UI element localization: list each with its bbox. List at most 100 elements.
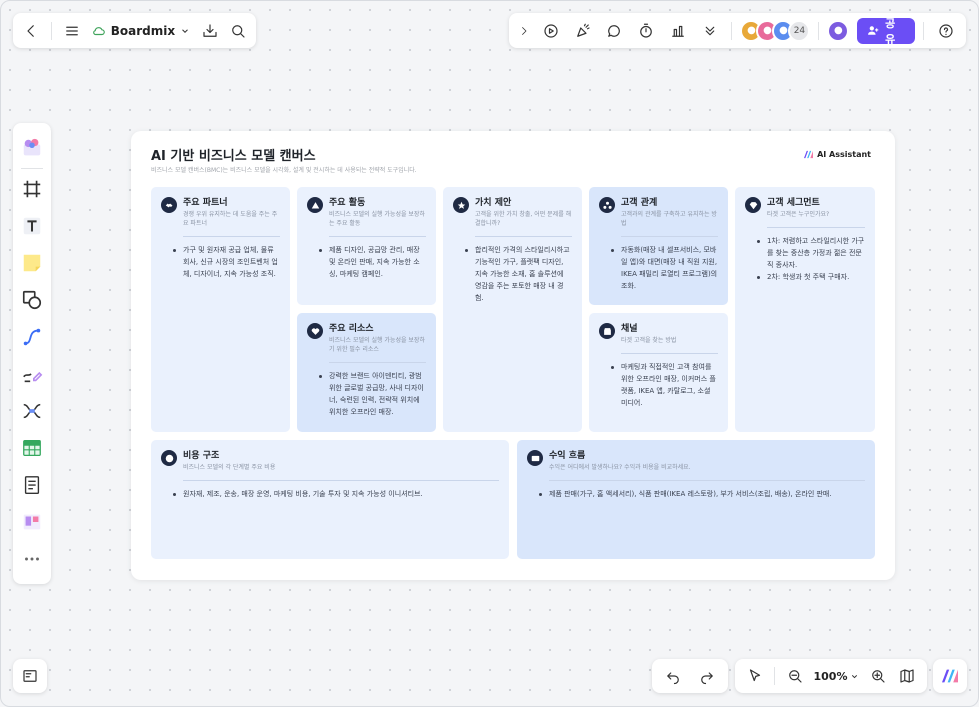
sticky-note-icon[interactable] [13,245,51,282]
more-icon[interactable] [13,541,51,578]
back-icon[interactable] [19,17,43,45]
vote-icon[interactable] [664,17,692,45]
card-cost-structure[interactable]: 비용 구조 비즈니스 모델의 각 단계별 주요 비용 원자재, 제조, 운송, … [151,440,509,559]
left-toolbar [13,123,51,584]
card-description: 고객과의 관계를 구축하고 유지하는 방법 [621,211,717,227]
connector-icon[interactable] [13,319,51,356]
document-icon[interactable] [13,467,51,504]
card-title: 채널 [621,324,638,334]
card-bullet: 마케팅과 직접적인 고객 참여를 위한 오프라인 매장, 이커머스 플랫폼, I… [611,361,718,409]
redo-icon[interactable] [693,662,721,690]
divider [21,168,43,169]
card-header: 주요 파트너 경쟁 우위 유지하는 데 도움을 주는 주요 파트너 [161,197,280,228]
board-name-dropdown[interactable]: Boardmix [88,24,194,38]
card-title: 주요 파트너 [183,198,228,208]
card-description: 타겟 고객을 찾는 방법 [621,337,677,344]
card-bullet: 가구 및 원자재 공급 업체, 물류 회사, 신규 시장의 조인트벤처 업체, … [173,244,280,280]
frame-icon[interactable] [13,171,51,208]
timer-icon[interactable] [632,17,660,45]
divider [923,21,925,40]
zoom-toolbar: 100% [735,659,927,693]
history-toolbar [652,659,728,693]
card-key-resources[interactable]: 주요 리소스 비즈니스 모델의 실행 가능성을 보장하기 위한 필수 리소스 강… [297,313,436,432]
comment-icon[interactable] [600,17,628,45]
card-header: 가치 제안 고객을 위한 가치 창출, 어떤 문제를 해결합니까? [453,197,572,228]
card-body: 원자재, 제조, 운송, 매장 운영, 마케팅 비용, 기술 투자 및 지속 가… [161,488,499,500]
search-icon[interactable] [226,17,250,45]
card-key-partners[interactable]: 주요 파트너 경쟁 우위 유지하는 데 도움을 주는 주요 파트너 가구 및 원… [151,187,290,432]
play-icon[interactable] [537,17,565,45]
zoom-in-icon[interactable] [864,662,891,690]
menu-icon[interactable] [60,17,84,45]
card-header: 주요 리소스 비즈니스 모델의 실행 가능성을 보장하기 위한 필수 리소스 [307,323,426,354]
mindmap-icon[interactable] [13,393,51,430]
celebrate-icon[interactable] [569,17,597,45]
card-description: 수익은 어디에서 발생하나요? 수익과 비용을 비교하세요. [549,464,691,471]
card-bullet: 제품 판매(가구, 홈 액세서리), 식품 판매(IKEA 레스토랑), 부가 … [539,488,865,500]
heart-icon [307,323,323,339]
card-value-proposition[interactable]: 가치 제안 고객을 위한 가치 창출, 어떤 문제를 해결합니까? 합리적인 가… [443,187,582,432]
card-title: 가치 제안 [475,198,512,208]
table-icon[interactable] [13,430,51,467]
shape-icon[interactable] [13,282,51,319]
help-icon[interactable] [932,17,960,45]
card-bullet: 제품 디자인, 공급망 관리, 매장 및 온라인 판매, 지속 가능한 소싱, … [319,244,426,280]
card-description: 고객을 위한 가치 창출, 어떤 문제를 해결합니까? [475,211,572,227]
coin-icon [161,450,177,466]
card-bullet: 자동화(매장 내 셀프서비스, 모바일 앱)와 대면(매장 내 직원 지원, I… [611,246,718,290]
minimap-toggle[interactable] [13,659,47,693]
download-icon[interactable] [198,17,222,45]
card-body: 제품 판매(가구, 홈 액세서리), 식품 판매(IKEA 레스토랑), 부가 … [527,488,865,500]
card-header: 수익 흐름 수익은 어디에서 발생하나요? 수익과 비용을 비교하세요. [527,450,865,472]
divider [549,480,865,481]
zoom-level-dropdown[interactable]: 100% [811,670,863,683]
shop-icon [599,323,615,339]
zoom-level: 100% [813,669,848,683]
share-button[interactable]: 공유 [857,17,916,46]
map-icon[interactable] [894,662,921,690]
top-right-toolbar: ● ● ● 24 ● 공유 [509,13,966,48]
card-channels[interactable]: 채널 타겟 고객을 찾는 방법 마케팅과 직접적인 고객 참여를 위한 오프라인… [589,313,728,432]
text-icon[interactable] [13,208,51,245]
business-model-canvas-board[interactable]: AI 기반 비즈니스 모델 캔버스 비즈니스 모델 캔버스(BMC)는 비즈니스… [131,131,895,580]
card-bullet: 2차: 학생과 첫 주택 구매자. [757,271,865,283]
collaborator-count: 24 [788,19,811,42]
divider [329,362,426,363]
card-key-activities[interactable]: 주요 활동 비즈니스 모델의 실행 가능성을 보장하는 주요 활동 제품 디자인… [297,187,436,305]
card-customer-relationships[interactable]: 고객 관계 고객과의 관계를 구축하고 유지하는 방법 자동화(매장 내 셀프서… [589,187,728,305]
undo-icon[interactable] [659,662,687,690]
card-description: 비즈니스 모델의 실행 가능성을 보장하는 주요 활동 [329,211,425,227]
divider [183,480,499,481]
more-down-icon[interactable] [696,17,724,45]
star-icon [453,197,469,213]
ai-assistant-label: AI Assistant [817,150,871,159]
kanban-icon[interactable] [13,504,51,541]
divider [818,21,820,40]
minimap-icon [16,662,44,690]
divider [329,236,426,237]
chevron-right-icon[interactable] [515,17,533,45]
select-icon[interactable] [741,662,768,690]
templates-icon[interactable] [13,129,51,166]
zoom-out-icon[interactable] [781,662,808,690]
card-bullet: 1차: 저렴하고 스타일리시한 가구를 찾는 중산층 가정과 젊은 전문직 종사… [757,237,865,269]
pen-icon[interactable] [13,356,51,393]
board-title: AI 기반 비즈니스 모델 캔버스 [151,149,316,164]
card-revenue-streams[interactable]: 수익 흐름 수익은 어디에서 발생하나요? 수익과 비용을 비교하세요. 제품 … [517,440,875,559]
ai-assistant-button[interactable] [933,659,967,693]
card-body: 가구 및 원자재 공급 업체, 물류 회사, 신규 시장의 조인트벤처 업체, … [161,244,280,280]
divider [621,353,718,354]
card-title: 비용 구조 [183,451,220,461]
divider [50,21,52,40]
ai-assistant-badge[interactable]: AI Assistant [803,150,871,159]
money-icon [527,450,543,466]
card-body: 1차: 저렴하고 스타일리시한 가구를 찾는 중산층 가정과 젊은 전문직 종사… [745,235,865,283]
activity-icon [307,197,323,213]
card-title: 고객 관계 [621,198,658,208]
handshake-icon [161,197,177,213]
card-description: 비즈니스 모델의 실행 가능성을 보장하기 위한 필수 리소스 [329,337,425,353]
current-user-avatar[interactable]: ● [827,19,850,42]
card-bullet: 합리적인 가격의 스타일리시하고 기능적인 가구, 플랫팩 디자인, 지속 가능… [465,244,572,304]
collaborator-avatars[interactable]: ● ● ● 24 [740,19,811,42]
card-customer-segments[interactable]: 고객 세그먼트 타겟 고객은 누구인가요? 1차: 저렴하고 스타일리시한 가구… [735,187,875,432]
